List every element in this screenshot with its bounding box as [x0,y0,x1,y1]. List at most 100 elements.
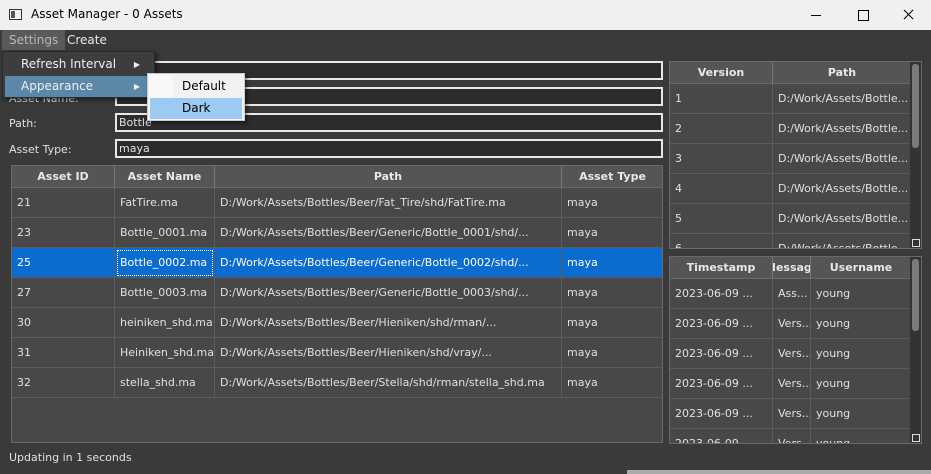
table-cell: 2023-06-09 ... [670,399,773,429]
bottom-scrollbar[interactable] [627,470,931,474]
table-cell: 2023-06-09 ... [670,429,773,443]
column-header-asset-type[interactable]: Asset Type [562,166,662,188]
table-cell: D:/Work/Assets/Bottles/Beer/Stella/shd/r… [215,368,562,398]
table-cell: Bottle_0002.ma [115,248,215,278]
table-cell: Bottle_0003.ma [115,278,215,308]
table-cell: D:/Work/Assets/Bottles/Beer/Hieniken/shd… [215,308,562,338]
table-cell: maya [562,278,662,308]
menu-settings[interactable]: Settings [2,30,66,50]
table-cell: young [811,399,912,429]
table-row[interactable]: 2023-06-09 ... Vers... young [670,399,912,429]
table-cell: maya [562,338,662,368]
table-row[interactable]: 2023-06-09 ... Vers... young [670,429,912,443]
submenu-arrow-icon: ▶ [133,82,140,91]
table-cell: 5 [670,204,773,234]
app-window-icon [9,9,22,20]
column-header-message-text: Message [773,261,810,274]
column-header-asset-name[interactable]: Asset Name [115,166,215,188]
column-header-version-path[interactable]: Path [773,62,912,84]
menu-item-refresh-interval[interactable]: Refresh Interval ▶ [5,54,152,75]
table-cell: D:/Work/Assets/Bottle... [773,234,912,248]
table-cell: young [811,309,912,339]
close-button[interactable] [885,0,931,30]
minimize-button[interactable] [793,0,839,30]
table-cell: 21 [12,188,115,218]
table-row[interactable]: 5 D:/Work/Assets/Bottle... [670,204,912,234]
table-row[interactable]: 3 D:/Work/Assets/Bottle... [670,144,912,174]
table-cell: 1 [670,84,773,114]
table-row[interactable]: 1 D:/Work/Assets/Bottle... [670,84,912,114]
table-cell: Vers... [773,339,811,369]
table-cell: 2023-06-09 ... [670,309,773,339]
table-row[interactable]: 23 Bottle_0001.ma D:/Work/Assets/Bottles/B… [12,218,662,248]
title-bar: Asset Manager - 0 Assets [0,0,931,30]
table-cell: D:/Work/Assets/Bottles/Beer/Generic/Bott… [215,248,562,278]
table-row[interactable]: 2 D:/Work/Assets/Bottle... [670,114,912,144]
table-cell: Vers... [773,399,811,429]
asset-manager-window: Asset Manager - 0 Assets Settings Create… [0,0,931,474]
table-cell: young [811,369,912,399]
column-header-version[interactable]: Version [670,62,773,84]
log-scrollbar[interactable] [910,257,921,443]
table-cell: Heiniken_shd.ma [115,338,215,368]
table-cell: D:/Work/Assets/Bottles/Beer/Hieniken/shd… [215,338,562,368]
table-cell: stella_shd.ma [115,368,215,398]
column-header-message[interactable]: Message [773,257,811,279]
table-cell: 27 [12,278,115,308]
menu-bar: Settings Create [0,30,931,50]
table-row[interactable]: 6 D:/Work/Assets/Bottle... [670,234,912,248]
table-cell: Bottle_0001.ma [115,218,215,248]
menu-create[interactable]: Create [60,30,114,50]
column-header-path[interactable]: Path [215,166,562,188]
menu-item-default-theme[interactable]: Default [150,76,242,97]
table-cell: 23 [12,218,115,248]
table-cell: Vers... [773,429,811,443]
menu-item-dark-theme[interactable]: Dark [150,98,242,119]
table-cell: Vers... [773,369,811,399]
table-row[interactable]: 2023-06-09 ... Vers... young [670,369,912,399]
table-cell: maya [562,308,662,338]
table-row[interactable]: 2023-06-09 ... Vers... young [670,339,912,369]
table-row[interactable]: 32 stella_shd.ma D:/Work/Assets/Bottles/Be… [12,368,662,398]
table-cell: maya [562,188,662,218]
table-cell: 4 [670,174,773,204]
table-cell: 2 [670,114,773,144]
maximize-button[interactable] [839,0,885,30]
table-row[interactable]: 30 heiniken_shd.ma D:/Work/Assets/Bottles/… [12,308,662,338]
table-row[interactable]: 25 Bottle_0002.ma D:/Work/Assets/Bottles/B… [12,248,662,278]
table-cell: 2023-06-09 ... [670,279,773,309]
table-cell: heiniken_shd.ma [115,308,215,338]
asset-type-input[interactable] [115,139,663,158]
table-row[interactable]: 31 Heiniken_shd.ma D:/Work/Assets/Bottles/… [12,338,662,368]
table-cell: 3 [670,144,773,174]
menu-item-appearance[interactable]: Appearance ▶ [5,76,152,97]
path-label: Path: [9,117,37,130]
submenu-arrow-icon: ▶ [133,60,140,69]
table-cell: 25 [12,248,115,278]
menu-item-appearance-label: Appearance [21,79,94,93]
table-cell: 6 [670,234,773,248]
appearance-submenu-popup: Default Dark [147,73,245,121]
table-row[interactable]: 27 Bottle_0003.ma D:/Work/Assets/Bottles/B… [12,278,662,308]
table-row[interactable]: 2023-06-09 ... Ass... young [670,279,912,309]
versions-scrollbar[interactable] [910,62,921,248]
menu-item-refresh-interval-label: Refresh Interval [21,57,117,71]
table-cell: D:/Work/Assets/Bottles/Beer/Generic/Bott… [215,278,562,308]
table-row[interactable]: 21 FatTire.ma D:/Work/Assets/Bottles/Beer/… [12,188,662,218]
log-scrollbar-thumb[interactable] [912,259,919,331]
table-cell: 31 [12,338,115,368]
table-cell: 30 [12,308,115,338]
column-header-asset-id[interactable]: Asset ID [12,166,115,188]
table-cell: maya [562,368,662,398]
table-cell: D:/Work/Assets/Bottle... [773,84,912,114]
table-row[interactable]: 2023-06-09 ... Vers... young [670,309,912,339]
table-cell: young [811,339,912,369]
assets-table: Asset ID Asset Name Path Asset Type 21 Fa… [11,165,663,443]
column-header-timestamp[interactable]: Timestamp [670,257,773,279]
window-title: Asset Manager - 0 Assets [31,7,183,21]
column-header-username[interactable]: Username [811,257,912,279]
table-cell: D:/Work/Assets/Bottle... [773,144,912,174]
table-cell: young [811,279,912,309]
table-row[interactable]: 4 D:/Work/Assets/Bottle... [670,174,912,204]
versions-scrollbar-thumb[interactable] [912,64,919,148]
